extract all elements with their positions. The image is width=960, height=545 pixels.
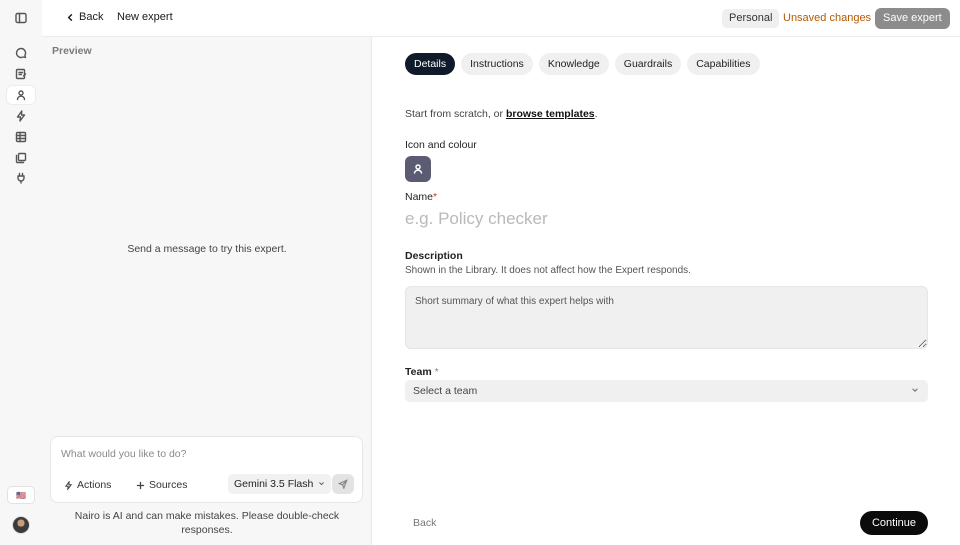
- team-label-text: Team: [405, 366, 432, 378]
- tab-details[interactable]: Details: [405, 53, 456, 75]
- avatar[interactable]: [12, 516, 30, 534]
- team-select[interactable]: Select a team: [405, 380, 928, 402]
- team-required-mark: *: [434, 366, 439, 378]
- tab-knowledge[interactable]: Knowledge: [538, 53, 609, 75]
- plus-icon: [136, 481, 145, 489]
- icon-colour-label: Icon and colour: [405, 139, 477, 151]
- actions-button[interactable]: Actions: [64, 479, 111, 491]
- message-input[interactable]: What would you like to do?: [61, 448, 187, 460]
- scope-badge[interactable]: Personal: [722, 9, 780, 28]
- form-back-button[interactable]: Back: [413, 517, 436, 529]
- lightning-icon: [64, 480, 73, 490]
- name-input[interactable]: [405, 207, 925, 231]
- intro-suffix: .: [594, 108, 598, 120]
- tab-guardrails[interactable]: Guardrails: [614, 53, 682, 75]
- intro-prefix: Start from scratch, or: [405, 108, 506, 120]
- send-icon: [338, 479, 348, 489]
- left-rail: 🇺🇸: [0, 0, 42, 545]
- team-label: Team *: [405, 366, 439, 378]
- actions-label: Actions: [77, 479, 112, 491]
- tab-capabilities[interactable]: Capabilities: [687, 53, 760, 75]
- name-label-text: Name: [405, 191, 434, 203]
- sidebar-toggle-icon[interactable]: [13, 10, 29, 26]
- form-tabs: Details Instructions Knowledge Guardrail…: [405, 53, 760, 75]
- team-select-value: Select a team: [413, 385, 478, 397]
- sources-button[interactable]: Sources: [136, 479, 188, 491]
- browse-templates-link[interactable]: browse templates: [506, 108, 595, 120]
- library-icon[interactable]: [13, 150, 29, 166]
- required-mark: *: [433, 191, 438, 203]
- model-selector[interactable]: Gemini 3.5 Flash: [228, 474, 332, 494]
- notebook-icon[interactable]: [13, 66, 29, 82]
- intro-text: Start from scratch, or browse templates.: [405, 108, 598, 120]
- model-label: Gemini 3.5 Flash: [234, 478, 314, 490]
- chevron-left-icon: [67, 13, 73, 21]
- plug-icon[interactable]: [13, 170, 29, 186]
- sources-label: Sources: [149, 479, 188, 491]
- chat-icon[interactable]: [13, 45, 29, 61]
- description-label: Description: [405, 250, 463, 262]
- description-help: Shown in the Library. It does not affect…: [405, 265, 691, 276]
- expert-form: Details Instructions Knowledge Guardrail…: [373, 37, 960, 545]
- header: Back New expert Personal Unsaved changes…: [42, 0, 960, 37]
- preview-label: Preview: [52, 45, 92, 57]
- name-label: Name*: [405, 191, 437, 203]
- language-flag-icon[interactable]: 🇺🇸: [7, 486, 35, 504]
- chevron-down-icon: [911, 380, 919, 402]
- experts-icon[interactable]: [7, 86, 35, 104]
- preview-panel: Preview Send a message to try this exper…: [42, 37, 372, 545]
- unsaved-status: Unsaved changes: [783, 12, 872, 24]
- chat-composer: What would you like to do? Actions Sourc…: [50, 436, 363, 503]
- preview-empty-message: Send a message to try this expert.: [127, 243, 287, 255]
- disclaimer: Nairo is AI and can make mistakes. Pleas…: [74, 510, 340, 536]
- icon-colour-picker[interactable]: [405, 156, 431, 182]
- chevron-down-icon: [319, 482, 325, 486]
- lightning-icon[interactable]: [13, 108, 29, 124]
- table-icon[interactable]: [13, 129, 29, 145]
- continue-button[interactable]: Continue: [860, 511, 928, 535]
- back-button[interactable]: Back: [66, 11, 103, 23]
- person-icon: [413, 164, 423, 174]
- send-button[interactable]: [332, 474, 354, 494]
- tab-instructions[interactable]: Instructions: [461, 53, 533, 75]
- back-label: Back: [79, 11, 104, 23]
- description-textarea[interactable]: [405, 286, 928, 349]
- page-title: New expert: [117, 11, 173, 23]
- save-expert-button[interactable]: Save expert: [875, 8, 950, 29]
